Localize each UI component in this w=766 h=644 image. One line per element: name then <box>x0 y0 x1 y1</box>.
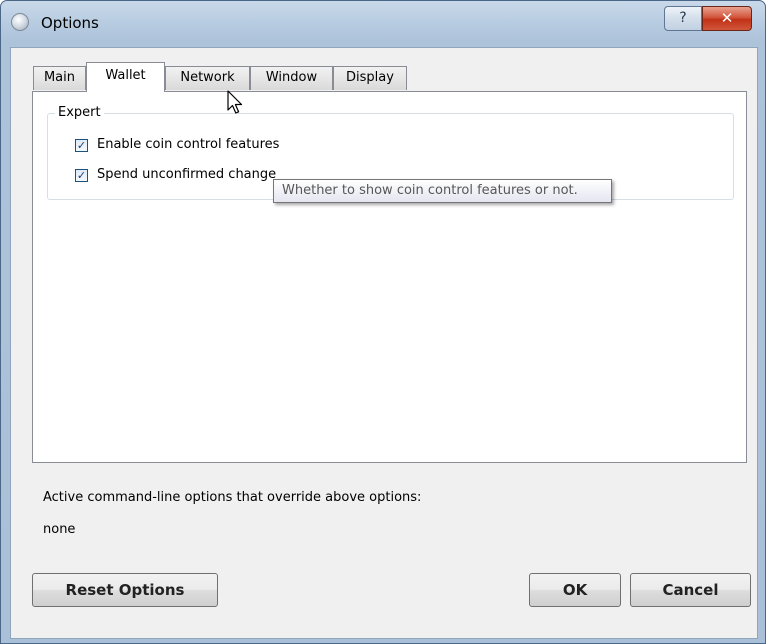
ok-button[interactable]: OK <box>529 573 621 607</box>
app-icon <box>11 13 29 31</box>
tab-main[interactable]: Main <box>33 66 86 90</box>
title-bar[interactable]: Options ? ✕ <box>1 1 765 47</box>
tab-window[interactable]: Window <box>250 66 333 90</box>
tab-wallet[interactable]: Wallet <box>86 62 165 92</box>
override-options-label: Active command-line options that overrid… <box>43 490 422 505</box>
tab-display[interactable]: Display <box>333 66 407 90</box>
checkmark-icon: ✓ <box>76 169 87 182</box>
wallet-tab-panel: ✓ Enable coin control features ✓ Spend u… <box>32 91 747 463</box>
expert-group-title: Expert <box>55 105 104 120</box>
coin-control-checkbox[interactable]: ✓ <box>75 139 88 152</box>
override-options-value: none <box>43 522 76 537</box>
coin-control-tooltip: Whether to show coin control features or… <box>273 179 612 203</box>
checkmark-icon: ✓ <box>76 139 87 152</box>
coin-control-option[interactable]: ✓ Enable coin control features <box>75 137 305 157</box>
help-icon[interactable]: ? <box>664 6 702 31</box>
window-title: Options <box>41 14 99 32</box>
reset-options-button[interactable]: Reset Options <box>32 573 218 607</box>
coin-control-label[interactable]: Enable coin control features <box>97 137 279 152</box>
spend-unconfirmed-option[interactable]: ✓ Spend unconfirmed change <box>75 167 305 187</box>
tab-network[interactable]: Network <box>165 66 250 90</box>
dialog-client-area: Main Wallet Network Window Display ✓ Ena… <box>10 47 758 639</box>
spend-unconfirmed-label[interactable]: Spend unconfirmed change <box>97 167 276 182</box>
mouse-pointer-icon <box>227 90 243 114</box>
close-icon[interactable]: ✕ <box>702 6 752 31</box>
options-dialog: Options ? ✕ Main Wallet Network Window D… <box>0 0 766 644</box>
cancel-button[interactable]: Cancel <box>630 573 751 607</box>
spend-unconfirmed-checkbox[interactable]: ✓ <box>75 169 88 182</box>
